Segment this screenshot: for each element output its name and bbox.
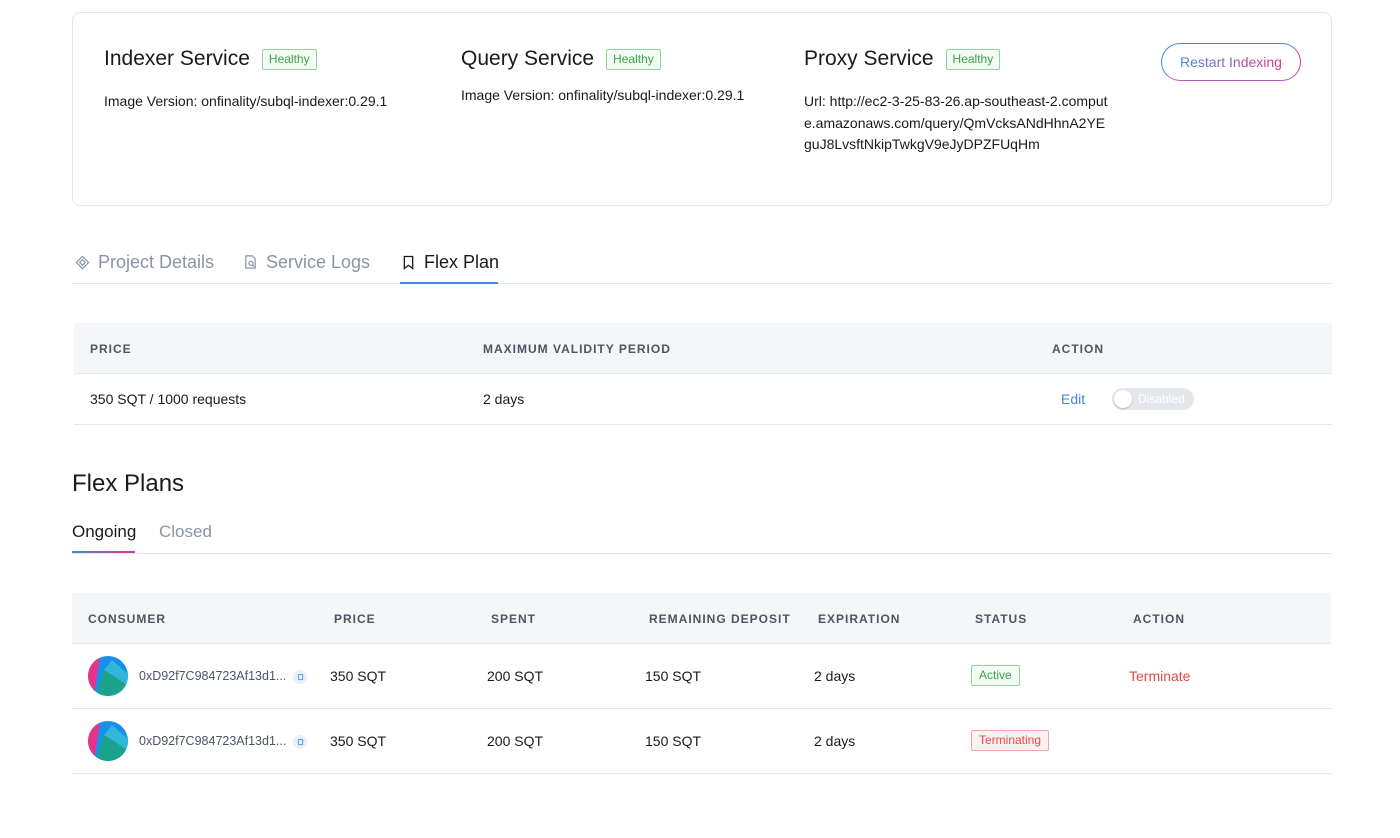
- plan-price: 350 SQT: [330, 733, 387, 749]
- flex-plans-title: Flex Plans: [72, 470, 185, 497]
- tab-flex-plan-label: Flex Plan: [424, 251, 500, 272]
- toggle-knob: [1114, 390, 1132, 408]
- tab-service-logs[interactable]: Service Logs: [242, 248, 370, 276]
- table-row: 350 SQT / 1000 requests 2 days Edit Disa…: [74, 374, 1332, 425]
- tab-project-details[interactable]: Project Details: [74, 248, 214, 276]
- proxy-status-badge: Healthy: [945, 48, 1001, 70]
- header-price: PRICE: [334, 612, 376, 626]
- header-status: STATUS: [975, 612, 1028, 626]
- header-action: ACTION: [1133, 612, 1185, 626]
- plan-spent: 200 SQT: [487, 668, 544, 684]
- flex-plans-tabs: Ongoing Closed: [72, 518, 1332, 554]
- flex-plan-price-table: PRICE MAXIMUM VALIDITY PERIOD ACTION 350…: [74, 323, 1332, 425]
- price-table-header: PRICE MAXIMUM VALIDITY PERIOD ACTION: [74, 323, 1332, 374]
- plan-expiration: 2 days: [814, 733, 856, 749]
- status-badge: Active: [971, 665, 1020, 686]
- consumers-table: CONSUMER PRICE SPENT REMAINING DEPOSIT E…: [72, 593, 1331, 774]
- table-row: 0xD92f7C984723Af13d1... 350 SQT 200 SQT …: [72, 644, 1331, 709]
- restart-indexing-label: Restart Indexing: [1180, 54, 1282, 70]
- plan-spent: 200 SQT: [487, 733, 544, 749]
- plan-validity: 2 days: [483, 391, 525, 407]
- header-price: PRICE: [90, 342, 132, 356]
- terminate-link[interactable]: Terminate: [1129, 668, 1190, 684]
- plan-expiration: 2 days: [814, 668, 856, 684]
- main-tabs: Project Details Service Logs Flex Plan: [72, 240, 1332, 284]
- status-badge: Terminating: [971, 730, 1050, 751]
- copy-icon[interactable]: [293, 670, 307, 684]
- plan-price: 350 SQT / 1000 requests: [90, 391, 247, 407]
- header-spent: SPENT: [491, 612, 537, 626]
- tab-closed[interactable]: Closed: [159, 522, 212, 542]
- indexer-image-version: Image Version: onfinality/subql-indexer:…: [104, 93, 388, 109]
- file-search-icon: [242, 254, 258, 270]
- plan-enabled-toggle[interactable]: Disabled: [1112, 388, 1194, 410]
- proxy-url: Url: http://ec2-3-25-83-26.ap-southeast-…: [804, 93, 1108, 152]
- active-subtab-indicator: [72, 551, 135, 553]
- copy-icon[interactable]: [293, 735, 307, 749]
- query-image-version: Image Version: onfinality/subql-indexer:…: [461, 87, 745, 103]
- tab-project-details-label: Project Details: [98, 251, 215, 272]
- indexer-service-title: Indexer Service: [104, 47, 250, 70]
- tab-flex-plan[interactable]: Flex Plan: [400, 248, 499, 276]
- consumers-table-header: CONSUMER PRICE SPENT REMAINING DEPOSIT E…: [72, 593, 1331, 644]
- plan-remaining-deposit: 150 SQT: [645, 668, 702, 684]
- tab-ongoing[interactable]: Ongoing: [72, 522, 136, 542]
- active-tab-indicator: [400, 282, 498, 284]
- indexer-status-badge: Healthy: [261, 48, 317, 70]
- services-card: Indexer Service Healthy Image Version: o…: [72, 12, 1332, 206]
- plan-remaining-deposit: 150 SQT: [645, 733, 702, 749]
- query-status-badge: Healthy: [606, 48, 661, 70]
- avatar: [88, 721, 128, 761]
- header-consumer: CONSUMER: [88, 612, 167, 626]
- proxy-service: Proxy Service Healthy Url: http://ec2-3-…: [804, 45, 1112, 156]
- query-service-title: Query Service: [461, 47, 595, 70]
- tab-service-logs-label: Service Logs: [266, 251, 371, 272]
- bookmark-icon: [400, 254, 416, 270]
- header-remaining-deposit: REMAINING DEPOSIT: [649, 612, 791, 626]
- edit-link[interactable]: Edit: [1061, 391, 1085, 407]
- consumer-address: 0xD92f7C984723Af13d1...: [139, 734, 287, 748]
- header-validity: MAXIMUM VALIDITY PERIOD: [483, 342, 671, 356]
- indexer-service: Indexer Service Healthy Image Version: o…: [104, 45, 414, 113]
- diamond-icon: [74, 254, 90, 270]
- query-service: Query Service Healthy Image Version: onf…: [461, 45, 771, 107]
- proxy-service-title: Proxy Service: [804, 47, 934, 70]
- toggle-label: Disabled: [1138, 392, 1185, 406]
- restart-indexing-button[interactable]: Restart Indexing: [1161, 43, 1301, 81]
- avatar: [88, 656, 128, 696]
- header-action: ACTION: [1052, 342, 1104, 356]
- table-row: 0xD92f7C984723Af13d1... 350 SQT 200 SQT …: [72, 709, 1331, 774]
- consumer-address: 0xD92f7C984723Af13d1...: [139, 669, 287, 683]
- header-expiration: EXPIRATION: [818, 612, 901, 626]
- plan-price: 350 SQT: [330, 668, 387, 684]
